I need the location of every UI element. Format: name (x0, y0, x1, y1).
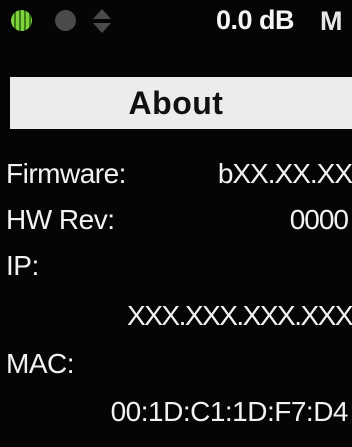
hw-rev-row: HW Rev: 0000 (0, 204, 352, 238)
level-readout: 0.0 dB (215, 5, 295, 35)
mode-indicator: M (320, 6, 343, 36)
ip-value: XXX.XXX.XXX.XXX (127, 300, 352, 331)
signal-off-icon (55, 10, 76, 31)
hw-rev-label: HW Rev: (6, 204, 115, 235)
firmware-row: Firmware: bXX.XX.XX (0, 158, 352, 192)
firmware-value: bXX.XX.XX (217, 158, 352, 189)
device-screen: 0.0 dB M About Firmware: bXX.XX.XX HW Re… (0, 0, 352, 447)
ip-label-row: IP: (0, 250, 352, 284)
status-bar: 0.0 dB M (0, 0, 352, 52)
mac-label-row: MAC: (0, 348, 352, 382)
signal-on-icon (11, 10, 32, 31)
page-title: About (128, 84, 224, 121)
up-down-arrows-icon (93, 9, 111, 33)
ip-label: IP: (6, 250, 39, 281)
hw-rev-value: 0000 (289, 204, 349, 235)
firmware-label: Firmware: (6, 158, 126, 189)
mac-label: MAC: (6, 348, 75, 379)
page-title-bar: About (10, 77, 352, 129)
mac-value: 00:1D:C1:1D:F7:D4 (110, 396, 349, 427)
